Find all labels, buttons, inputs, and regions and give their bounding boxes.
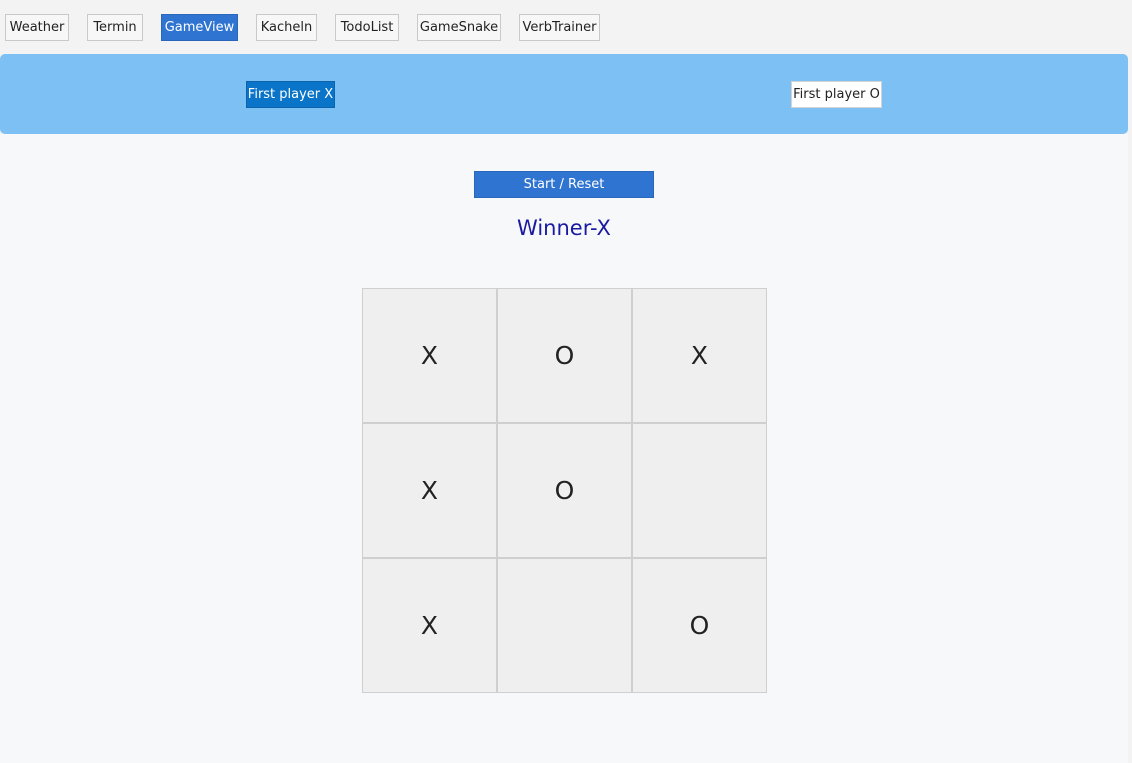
board-cell-r3c1[interactable]: X [362, 558, 497, 693]
nav-verbtrainer-button[interactable]: VerbTrainer [519, 14, 600, 41]
player-selection-bar: First player X First player O [0, 54, 1128, 134]
first-player-o-button[interactable]: First player O [791, 81, 882, 108]
nav-todolist-button[interactable]: TodoList [335, 14, 399, 41]
board-cell-r1c3[interactable]: X [632, 288, 767, 423]
start-reset-button[interactable]: Start / Reset [474, 171, 654, 198]
nav-termin-button[interactable]: Termin [87, 14, 143, 41]
board-cell-r2c1[interactable]: X [362, 423, 497, 558]
nav-gamesnake-button[interactable]: GameSnake [417, 14, 501, 41]
board-cell-r3c3[interactable]: O [632, 558, 767, 693]
board-cell-r2c2[interactable]: O [497, 423, 632, 558]
game-status: Winner-X [517, 216, 611, 240]
nav-weather-button[interactable]: Weather [5, 14, 69, 41]
game-area: Start / Reset Winner-X X O X X O X O [0, 134, 1128, 763]
board-cell-r3c2[interactable] [497, 558, 632, 693]
nav-kacheln-button[interactable]: Kacheln [256, 14, 317, 41]
first-player-x-button[interactable]: First player X [246, 81, 335, 108]
board-cell-r2c3[interactable] [632, 423, 767, 558]
nav-gameview-button[interactable]: GameView [161, 14, 238, 41]
tic-tac-toe-board: X O X X O X O [362, 288, 767, 693]
board-cell-r1c1[interactable]: X [362, 288, 497, 423]
board-cell-r1c2[interactable]: O [497, 288, 632, 423]
